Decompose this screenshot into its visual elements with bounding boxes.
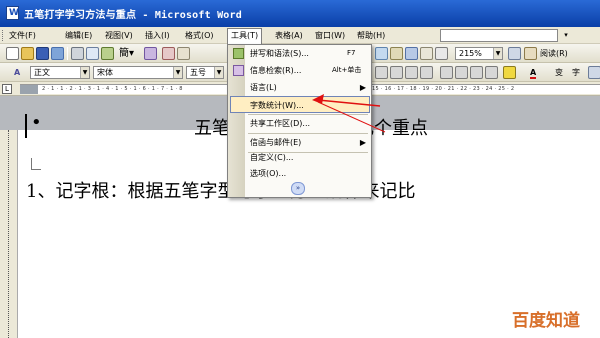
styles-icon[interactable]: A: [14, 66, 20, 79]
menu-item-shortcut: Alt+单击: [332, 66, 362, 74]
menu-item-customize[interactable]: 自定义(C)...: [230, 149, 370, 166]
menu-item-shared-workspace[interactable]: 共享工作区(D)...: [230, 115, 370, 132]
highlight-icon[interactable]: [503, 66, 516, 79]
phonetic-guide-icon[interactable]: 变: [555, 66, 563, 79]
word-app-icon[interactable]: [6, 6, 19, 20]
columns-icon[interactable]: [390, 47, 403, 60]
open-folder-icon[interactable]: [21, 47, 34, 60]
bullet-mark: •: [31, 112, 42, 133]
save-icon[interactable]: [36, 47, 49, 60]
research-icon: [233, 65, 244, 76]
menu-item-label: 共享工作区(D)...: [250, 119, 311, 128]
numbering-icon[interactable]: [440, 66, 453, 79]
print-preview-icon[interactable]: [86, 47, 99, 60]
menu-item-label: 拼写和语法(S)...: [250, 49, 309, 58]
drawing-icon[interactable]: [405, 47, 418, 60]
toolbar-separator: [67, 47, 68, 60]
text-cursor: [25, 114, 27, 138]
cut-icon[interactable]: [162, 47, 175, 60]
menu-format[interactable]: 格式(O): [182, 29, 217, 42]
help-icon[interactable]: [508, 47, 521, 60]
font-size-value: 五号: [190, 68, 206, 77]
menu-tools[interactable]: 工具(T): [227, 28, 263, 44]
menu-window[interactable]: 窗口(W): [312, 29, 348, 42]
menu-help[interactable]: 帮助(H): [354, 29, 388, 42]
menu-item-shortcut: F7: [347, 49, 356, 57]
menu-item-label: 信息检索(R)...: [250, 66, 302, 75]
menu-file[interactable]: 文件(F): [6, 29, 39, 42]
font-size-select[interactable]: 五号 ▼: [186, 66, 224, 79]
submenu-arrow-icon: ▶: [359, 83, 366, 92]
bullets-icon[interactable]: [455, 66, 468, 79]
table-icon[interactable]: [375, 47, 388, 60]
style-select[interactable]: 正文 ▼: [30, 66, 90, 79]
ruler-ticks-right: 15 · 16 · 17 · 18 · 19 · 20 · 21 · 22 · …: [372, 86, 515, 92]
copy-icon[interactable]: [177, 47, 190, 60]
chevron-down-icon[interactable]: ▼: [493, 48, 502, 59]
menu-item-spelling[interactable]: 拼写和语法(S)... F7: [230, 45, 370, 62]
permission-icon[interactable]: [51, 47, 64, 60]
zoom-value: 215%: [459, 49, 482, 58]
expand-menu-icon[interactable]: »: [291, 182, 305, 195]
ruler-ticks-left: 2 · 1 · 1 · 2 · 1 · 3 · 1 · 4 · 1 · 5 · …: [42, 86, 183, 92]
menu-view[interactable]: 视图(V): [102, 29, 136, 42]
enclose-characters-icon[interactable]: 字: [572, 66, 580, 79]
font-select[interactable]: 宋体 ▼: [93, 66, 183, 79]
spelling-check-icon: [233, 48, 244, 59]
font-value: 宋体: [97, 68, 113, 77]
chevron-down-icon[interactable]: ▼: [173, 67, 182, 78]
help-search-input[interactable]: [440, 29, 558, 42]
menu-item-options[interactable]: 选项(O)...: [230, 165, 370, 182]
margin-corner-mark: [31, 158, 41, 170]
research-icon[interactable]: [144, 47, 157, 60]
menu-item-language[interactable]: 语言(L) ▶: [230, 79, 370, 96]
menu-edit[interactable]: 编辑(E): [62, 29, 95, 42]
new-document-icon[interactable]: [6, 47, 19, 60]
chevron-down-icon[interactable]: ▼: [214, 67, 223, 78]
align-center-icon[interactable]: [390, 66, 403, 79]
align-left-icon[interactable]: [375, 66, 388, 79]
align-right-icon[interactable]: [405, 66, 418, 79]
menu-table[interactable]: 表格(A): [272, 29, 306, 42]
tools-menu: 拼写和语法(S)... F7 信息检索(R)... Alt+单击 语言(L) ▶…: [227, 44, 372, 198]
toolbar-grip-icon[interactable]: [2, 30, 5, 41]
show-hide-icon[interactable]: [435, 47, 448, 60]
menu-item-label: 语言(L): [250, 83, 277, 92]
document-map-icon[interactable]: [420, 47, 433, 60]
menu-item-word-count[interactable]: 字数统计(W)...: [230, 96, 370, 113]
decrease-indent-icon[interactable]: [470, 66, 483, 79]
menu-item-label: 字数统计(W)...: [250, 101, 304, 110]
menu-item-label: 自定义(C)...: [250, 153, 294, 162]
menu-insert[interactable]: 插入(I): [142, 29, 173, 42]
increase-indent-icon[interactable]: [485, 66, 498, 79]
reading-icon[interactable]: [524, 47, 537, 60]
zoom-select[interactable]: 215% ▼: [455, 47, 503, 60]
vertical-ruler: [0, 130, 18, 338]
title-bar: 五笔打字学习方法与重点 - Microsoft Word: [0, 0, 600, 27]
simplified-traditional-icon[interactable]: 簡▾: [119, 47, 134, 60]
font-color-icon[interactable]: A: [530, 66, 537, 79]
chevron-down-icon[interactable]: ▾: [561, 30, 571, 41]
menu-item-research[interactable]: 信息检索(R)... Alt+单击: [230, 62, 370, 79]
read-button[interactable]: 阅读(R): [540, 47, 568, 60]
menu-bar: 文件(F) 编辑(E) 视图(V) 插入(I) 格式(O) 工具(T) 表格(A…: [0, 27, 600, 44]
style-value: 正文: [34, 68, 50, 77]
toolbar-options-icon[interactable]: [588, 66, 600, 79]
window-title: 五笔打字学习方法与重点 - Microsoft Word: [24, 10, 242, 21]
ruler-margin: [20, 85, 38, 94]
watermark: 百度知道: [512, 311, 580, 331]
menu-item-label: 选项(O)...: [250, 169, 287, 178]
tab-selector-icon[interactable]: L: [2, 84, 12, 94]
line-spacing-icon[interactable]: [420, 66, 433, 79]
spelling-icon[interactable]: [101, 47, 114, 60]
vertical-ruler-ticks: [8, 130, 10, 338]
print-icon[interactable]: [71, 47, 84, 60]
chevron-down-icon[interactable]: ▼: [80, 67, 89, 78]
